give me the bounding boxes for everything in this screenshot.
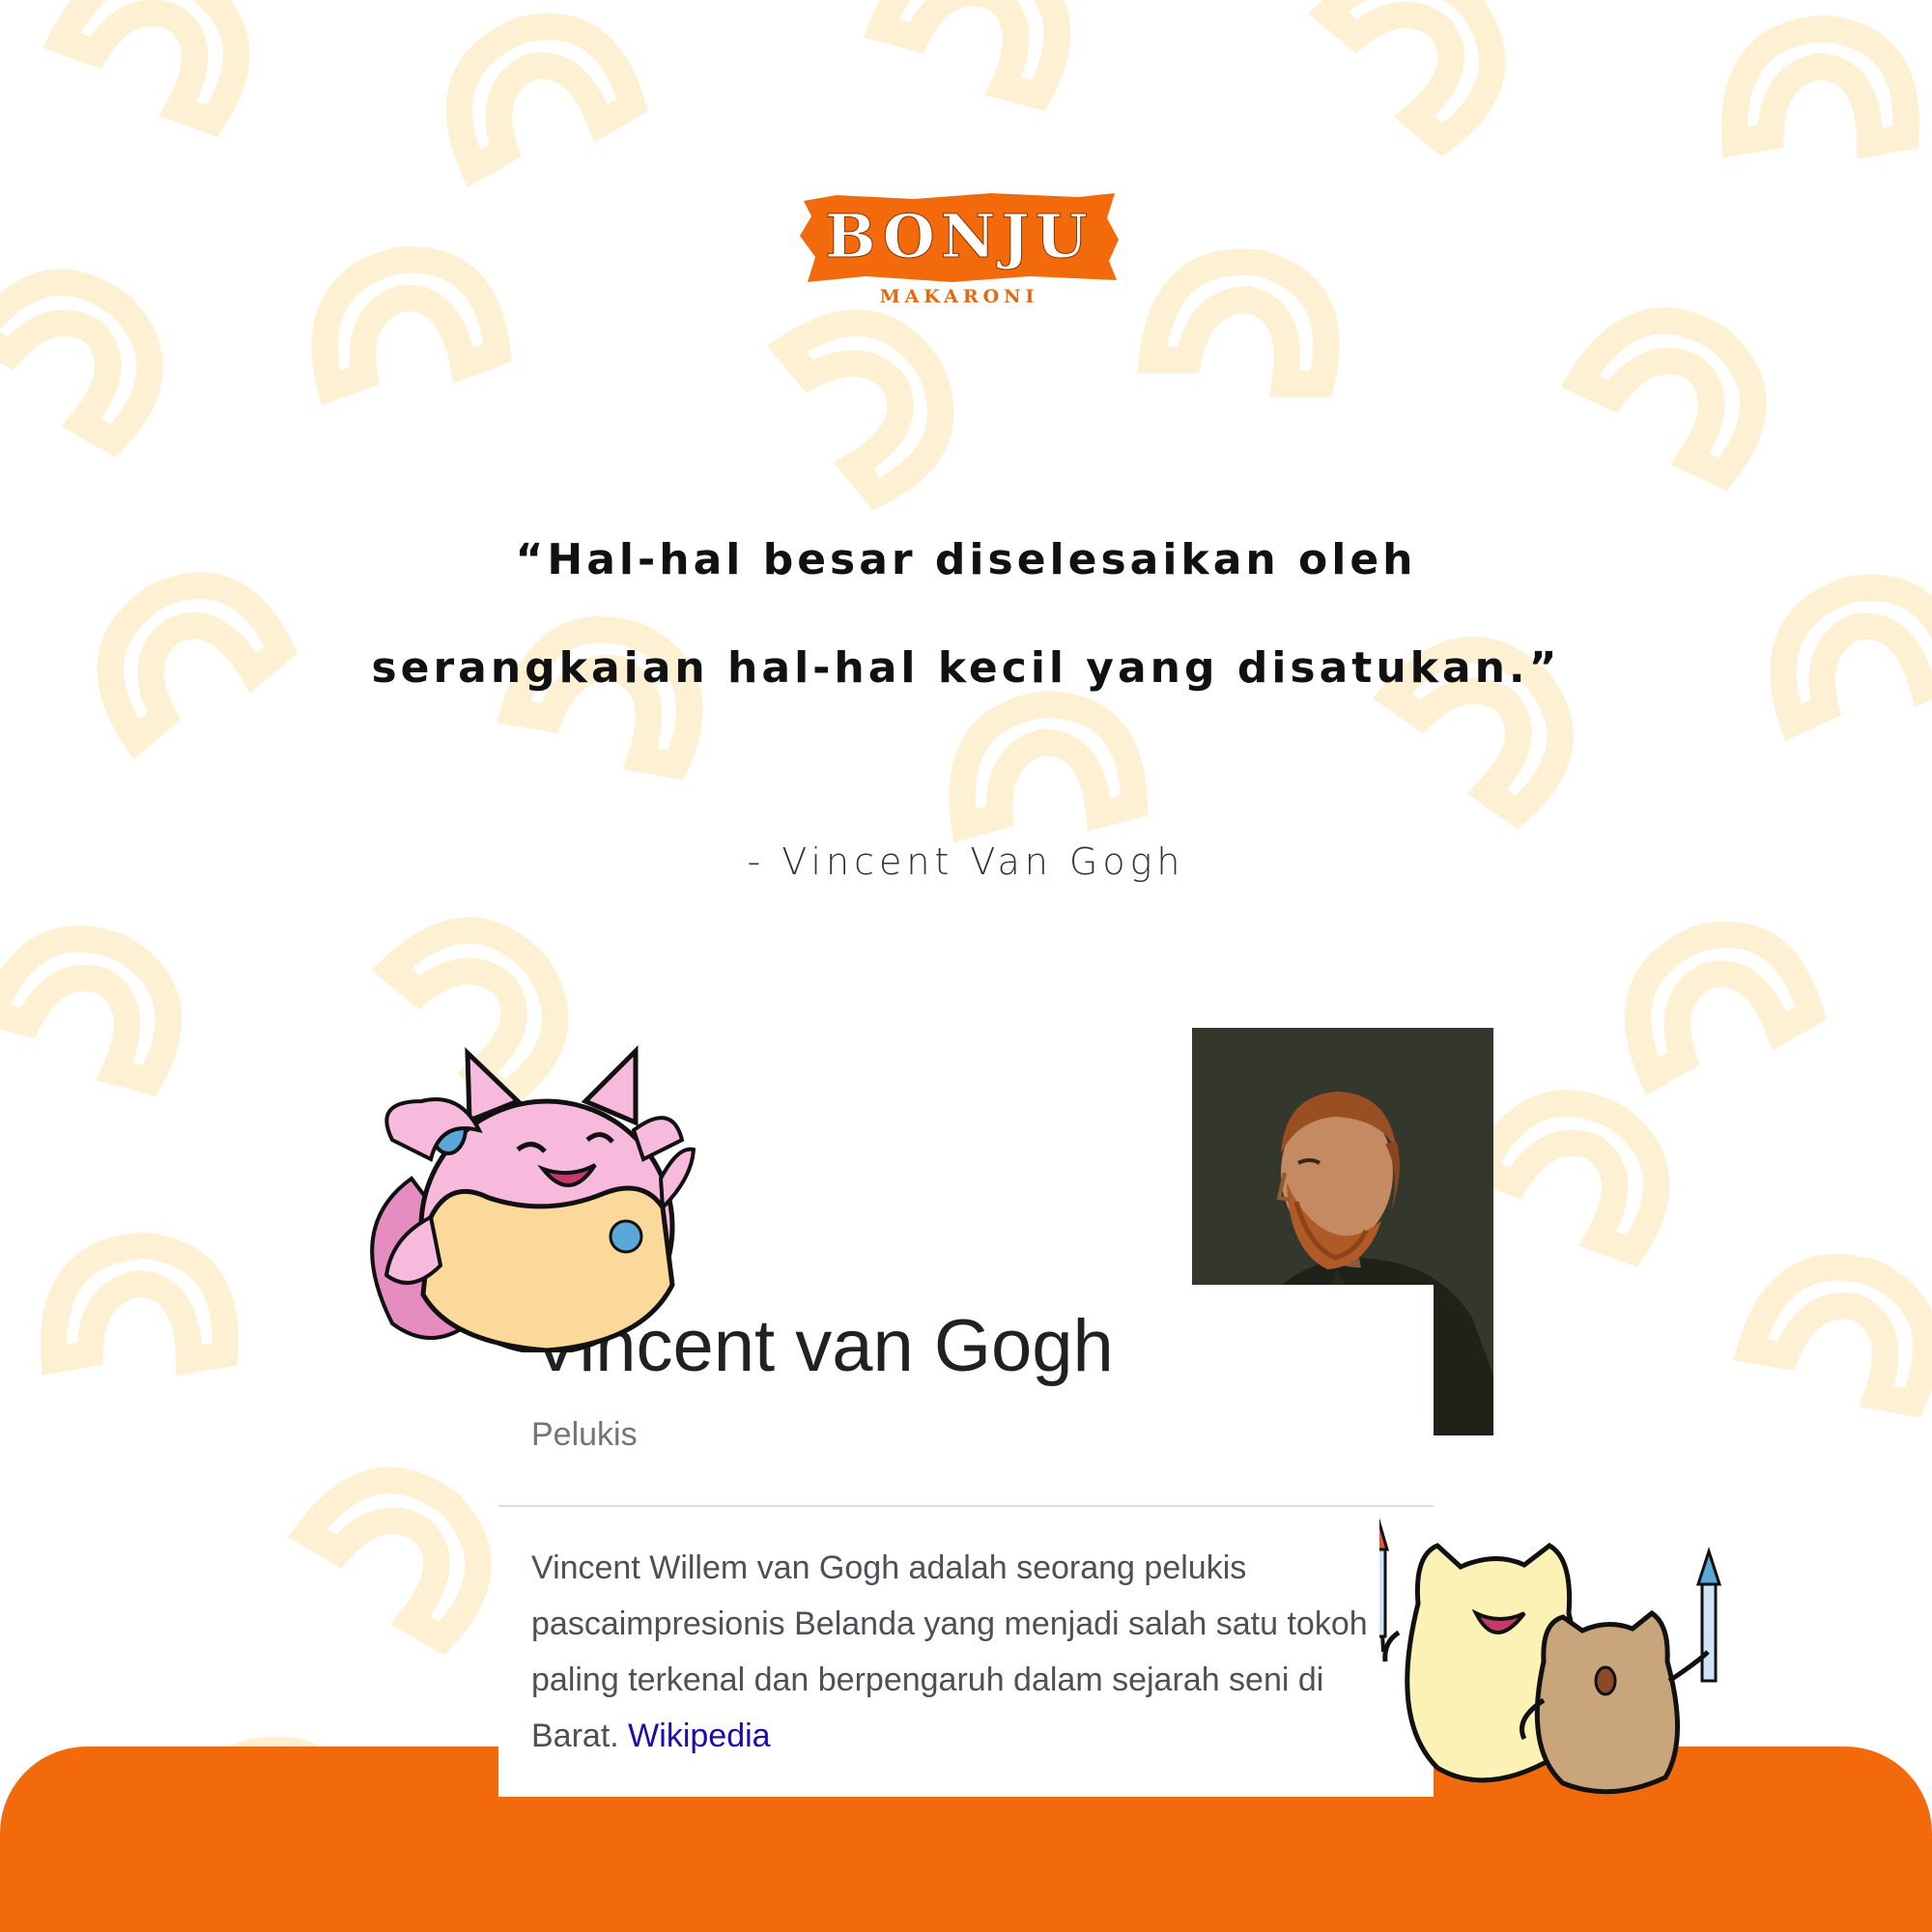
macaroni-shape	[0, 925, 182, 1096]
pink-cat-mascot	[370, 1044, 696, 1352]
card-divider	[498, 1505, 1434, 1507]
macaroni-shape	[949, 691, 1149, 842]
wikipedia-link[interactable]: Wikipedia	[628, 1718, 770, 1754]
quote-attribution: - Vincent Van Gogh	[747, 840, 1185, 883]
macaroni-shape	[1624, 922, 1827, 1096]
logo-tagline: MAKARONI	[879, 286, 1039, 307]
macaroni-shape	[445, 14, 648, 188]
cat-duo-with-fireworks-mascot	[1379, 1518, 1722, 1795]
card-description: Vincent Willem van Gogh adalah seorang p…	[531, 1540, 1401, 1764]
macaroni-shape	[1463, 1090, 1670, 1267]
macaroni-shape	[43, 0, 250, 137]
quote-line-2: serangkaian hal-hal kecil yang disatukan…	[371, 643, 1561, 693]
macaroni-shape	[1137, 248, 1340, 398]
macaroni-shape	[1733, 1254, 1932, 1418]
card-subtitle: Pelukis	[531, 1416, 638, 1453]
quote-line-1: “Hal-hal besar diselesaikan oleh	[515, 535, 1417, 584]
macaroni-shape	[287, 1466, 492, 1656]
macaroni-shape	[766, 309, 954, 511]
brand-logo: BONJU MAKARONI	[798, 189, 1121, 311]
macaroni-shape	[311, 246, 512, 406]
macaroni-shape	[1720, 14, 1919, 159]
macaroni-shape	[0, 269, 163, 458]
macaroni-shape	[863, 0, 1070, 111]
macaroni-shape	[1560, 307, 1767, 491]
logo-wordmark: BONJU	[825, 201, 1094, 272]
macaroni-shape	[40, 1232, 239, 1377]
knowledge-panel-card: Vincent van Gogh Pelukis Vincent Willem …	[498, 1285, 1434, 1797]
macaroni-shape	[1308, 0, 1506, 157]
